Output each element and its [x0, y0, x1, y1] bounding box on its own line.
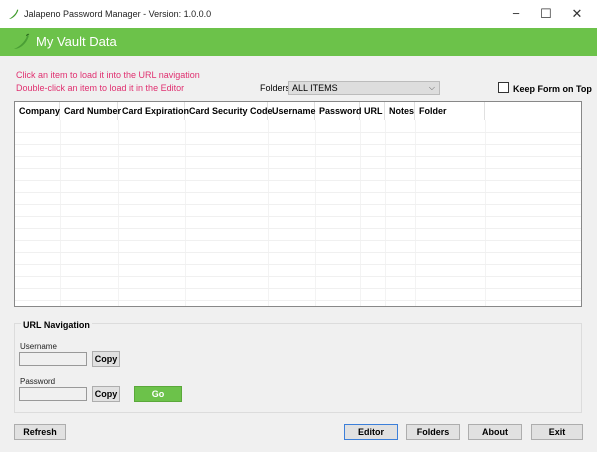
keep-on-top-checkbox[interactable]: Keep Form on Top	[498, 82, 592, 94]
grid-line	[268, 120, 269, 306]
grid-line	[15, 276, 581, 277]
password-field[interactable]	[19, 387, 87, 401]
page-title: My Vault Data	[36, 34, 117, 49]
column-header-card-number[interactable]: Card Number	[60, 102, 121, 120]
username-label: Username	[20, 342, 57, 351]
editor-button[interactable]: Editor	[344, 424, 398, 440]
grid-line	[118, 120, 119, 306]
column-header-url[interactable]: URL	[360, 102, 385, 120]
checkbox-icon	[498, 82, 509, 93]
keep-on-top-label: Keep Form on Top	[513, 84, 592, 94]
grid-line	[485, 120, 486, 306]
url-navigation-legend: URL Navigation	[21, 320, 92, 330]
grid-line	[360, 120, 361, 306]
window-title: Jalapeno Password Manager - Version: 1.0…	[24, 9, 212, 19]
grid-line	[315, 120, 316, 306]
folders-dropdown[interactable]: ALL ITEMS ⌵	[288, 81, 440, 95]
jalapeno-app-icon	[9, 9, 19, 19]
column-header-username[interactable]: Username	[268, 102, 316, 120]
grid-line	[15, 264, 581, 265]
copy-username-button[interactable]: Copy	[92, 351, 120, 367]
column-header-notes[interactable]: Notes	[385, 102, 415, 120]
grid-line	[15, 156, 581, 157]
username-field[interactable]	[19, 352, 87, 366]
grid-line	[15, 144, 581, 145]
url-navigation-group: URL Navigation Username Copy Password Co…	[14, 320, 582, 413]
page-header: My Vault Data	[0, 28, 597, 56]
refresh-button[interactable]: Refresh	[14, 424, 66, 440]
grid-line	[15, 168, 581, 169]
grid-line	[15, 204, 581, 205]
grid-line	[15, 252, 581, 253]
grid-line	[15, 216, 581, 217]
column-header-company[interactable]: Company	[15, 102, 60, 120]
grid-line	[15, 228, 581, 229]
grid-line	[385, 120, 386, 306]
folders-label: Folders	[260, 83, 291, 93]
folders-selected-value: ALL ITEMS	[292, 83, 338, 93]
grid-line	[15, 132, 581, 133]
title-bar: Jalapeno Password Manager - Version: 1.0…	[0, 0, 597, 29]
about-button[interactable]: About	[468, 424, 522, 440]
column-header-card-expiration[interactable]: Card Expiration	[118, 102, 189, 120]
grid-line	[185, 120, 186, 306]
grid-line	[15, 192, 581, 193]
hint-double-click: Double-click an item to load it in the E…	[16, 83, 185, 93]
grid-line	[415, 120, 416, 306]
hint-click: Click an item to load it into the URL na…	[16, 70, 200, 80]
grid-line	[15, 300, 581, 301]
grid-line	[15, 180, 581, 181]
grid-line	[15, 240, 581, 241]
folders-button[interactable]: Folders	[406, 424, 460, 440]
go-button[interactable]: Go	[134, 386, 182, 402]
grid-line	[60, 120, 61, 306]
copy-password-button[interactable]: Copy	[92, 386, 120, 402]
column-header-password[interactable]: Password	[315, 102, 362, 120]
chevron-down-icon: ⌵	[428, 83, 435, 92]
grid-line	[15, 288, 581, 289]
password-label: Password	[20, 377, 56, 386]
vault-table[interactable]: Company Card Number Card Expiration Card…	[14, 101, 582, 307]
jalapeno-logo-icon	[14, 33, 30, 49]
close-button[interactable]: ✕	[557, 0, 597, 28]
column-header-folder[interactable]: Folder	[415, 102, 485, 120]
exit-button[interactable]: Exit	[531, 424, 583, 440]
column-header-card-security-code[interactable]: Card Security Code	[185, 102, 273, 120]
table-header: Company Card Number Card Expiration Card…	[15, 102, 581, 120]
